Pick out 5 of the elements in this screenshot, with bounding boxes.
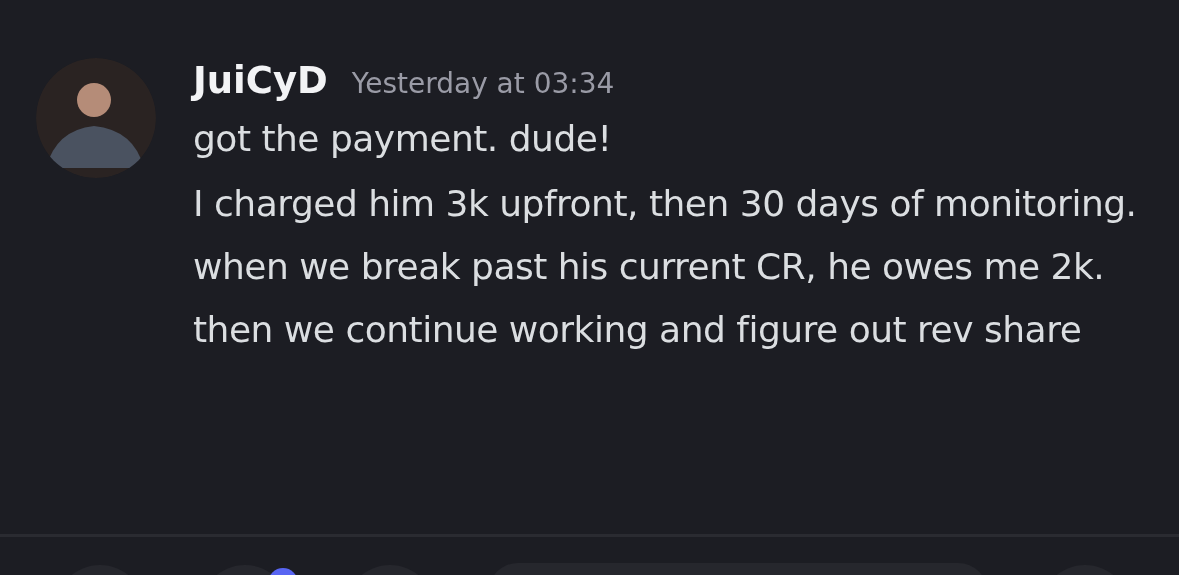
timestamp: Yesterday at 03:34 (351, 66, 615, 102)
message-text: got the payment. dude! (193, 117, 613, 161)
avatar[interactable] (36, 58, 156, 178)
username[interactable]: JuiCyD (193, 58, 328, 104)
message-text: I charged him 3k upfront, then 30 days of monitoring. when we break past his current CR, he owes me 2k. then we continue working and figure out rev share (193, 182, 1138, 352)
